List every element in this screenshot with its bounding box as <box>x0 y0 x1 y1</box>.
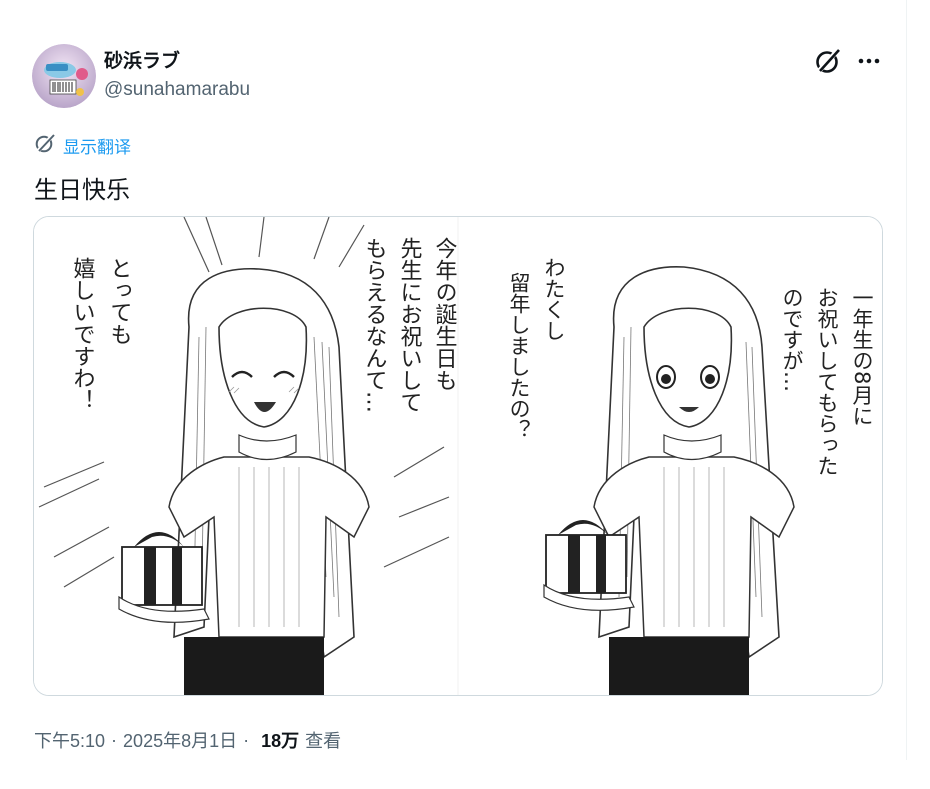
speech-line: とっても <box>107 257 132 345</box>
speech-line: 今年の誕生日も <box>432 237 458 391</box>
avatar[interactable] <box>32 44 96 108</box>
tweet-date[interactable]: 2025年8月1日 <box>123 727 237 753</box>
speech-line: もらえるなんて… <box>362 237 387 413</box>
meta-separator: · <box>111 729 118 750</box>
tweet-text: 生日快乐 <box>34 176 130 204</box>
speech-line: 嬉しいですわ！ <box>70 257 96 411</box>
more-horizontal-icon[interactable] <box>856 48 882 74</box>
meta-separator: · <box>243 729 250 750</box>
author-display-name[interactable]: 砂浜ラブ <box>104 46 180 73</box>
grok-slash-icon[interactable] <box>814 47 842 75</box>
grok-slash-icon <box>34 132 56 158</box>
tweet-time[interactable]: 下午5:10 <box>34 727 105 753</box>
show-translation-button[interactable]: 显示翻译 <box>34 132 131 158</box>
views-count: 18万 <box>261 731 300 751</box>
tweet-meta: 下午5:10 · 2025年8月1日 · 18万 查看 <box>34 727 341 753</box>
views-label: 查看 <box>305 731 342 751</box>
show-translation-label: 显示翻译 <box>63 137 131 158</box>
timeline-divider <box>906 0 907 760</box>
author-handle[interactable]: @sunahamarabu <box>104 79 250 101</box>
speech-line: わたくし <box>542 257 566 341</box>
speech-line: 留年しましたの？ <box>507 272 531 440</box>
speech-line: のですが… <box>780 287 804 392</box>
speech-line: お祝いしてもらった <box>815 287 839 476</box>
speech-line: 先生にお祝いして <box>397 237 423 413</box>
speech-line: 一年生の8月に <box>850 287 874 426</box>
tweet-media-image[interactable]: とっても 嬉しいですわ！ 今年の誕生日も 先生にお祝いして もらえるなんて… わ… <box>33 216 883 696</box>
